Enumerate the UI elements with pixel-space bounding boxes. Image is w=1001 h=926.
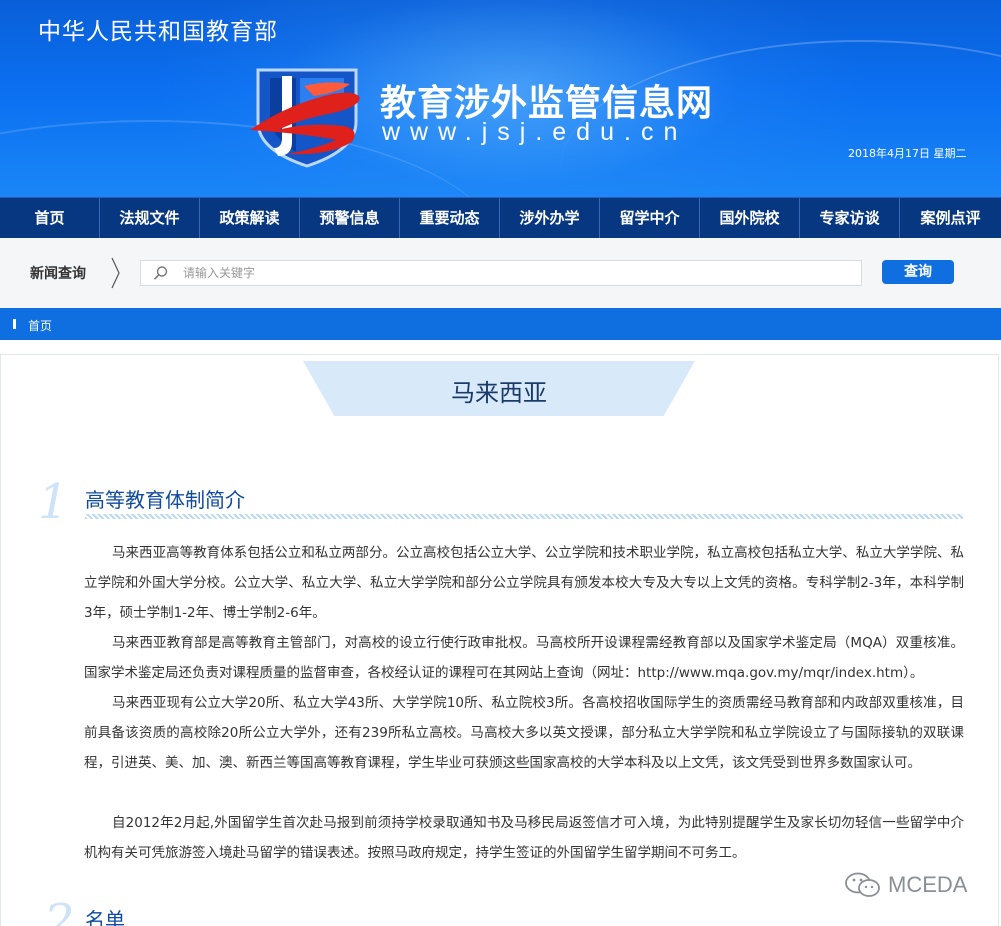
country-title: 马来西亚 [451, 379, 547, 407]
nav-item-overseas-institutions[interactable]: 国外院校 [700, 198, 800, 238]
nav-item-regulations[interactable]: 法规文件 [100, 198, 200, 238]
nav-item-interviews[interactable]: 专家访谈 [800, 198, 900, 238]
nav-item-news[interactable]: 重要动态 [400, 198, 500, 238]
search-icon [153, 266, 168, 280]
breadcrumb: 首页 [0, 308, 1001, 340]
news-search-bar: 新闻查询 查询 [0, 238, 1001, 308]
article-paragraph: 马来西亚高等教育体系包括公立和私立两部分。公立高校包括公立大学、公立学院和技术职… [84, 545, 964, 621]
site-logo-icon[interactable] [248, 64, 366, 168]
breadcrumb-home-link[interactable]: 首页 [28, 317, 52, 334]
section-title: 高等教育体制简介 [85, 488, 245, 512]
article-paragraph: 马来西亚教育部是高等教育主管部门，对高校的设立行使行政审批权。马高校所开设课程需… [84, 635, 964, 681]
site-url: www.jsj.edu.cn [382, 118, 688, 146]
breadcrumb-marker [13, 319, 16, 329]
search-box [140, 260, 862, 286]
wechat-icon [845, 872, 880, 897]
nav-item-cases[interactable]: 案例点评 [900, 198, 1001, 238]
search-input[interactable] [183, 262, 853, 284]
article-paragraph: 马来西亚现有公立大学20所、私立大学43所、大学学院10所、私立院校3所。各高校… [84, 695, 964, 771]
article-paragraph: 自2012年2月起,外国留学生首次赴马报到前须持学校录取通知书及马移民局返签信才… [84, 815, 964, 861]
section-title: 名单 [85, 908, 125, 926]
main-nav: 首页 法规文件 政策解读 预警信息 重要动态 涉外办学 留学中介 国外院校 专家… [0, 197, 1001, 238]
section-number: 2 [44, 894, 75, 926]
section-number: 1 [38, 474, 69, 530]
watermark-text: MCEDA [888, 872, 968, 897]
current-date: 2018年4月17日 星期二 [848, 147, 967, 160]
site-header: 中华人民共和国教育部 教育涉外监管信息网 www.jsj.edu.cn 2018… [0, 0, 1001, 197]
nav-item-home[interactable]: 首页 [0, 198, 100, 238]
chevron-right-icon [111, 257, 120, 289]
search-label: 新闻查询 [30, 266, 86, 282]
section-divider [85, 514, 963, 519]
nav-item-foreign-schools[interactable]: 涉外办学 [500, 198, 600, 238]
ministry-name[interactable]: 中华人民共和国教育部 [38, 12, 278, 46]
nav-item-agencies[interactable]: 留学中介 [600, 198, 700, 238]
nav-item-policy[interactable]: 政策解读 [200, 198, 300, 238]
nav-item-warnings[interactable]: 预警信息 [300, 198, 400, 238]
watermark: MCEDA [844, 870, 967, 900]
search-button[interactable]: 查询 [882, 260, 954, 284]
